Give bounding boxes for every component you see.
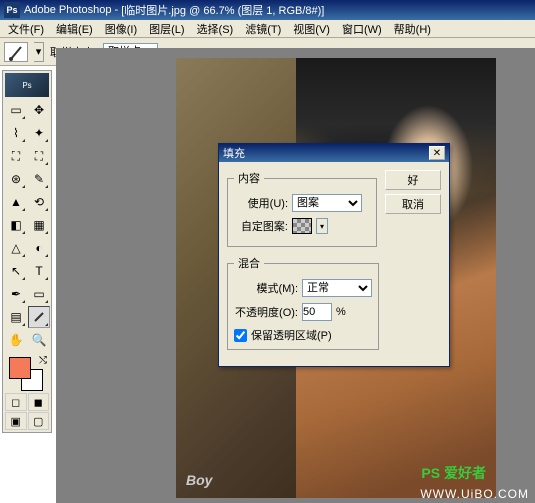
- dialog-titlebar[interactable]: 填充 ✕: [219, 144, 449, 162]
- menu-filter[interactable]: 滤镜(T): [239, 19, 287, 39]
- blur-tool[interactable]: △: [5, 237, 27, 259]
- content-legend: 内容: [234, 170, 264, 186]
- canvas-logo-left: Boy: [186, 472, 212, 488]
- ok-button[interactable]: 好: [385, 170, 441, 190]
- foreground-color[interactable]: [9, 357, 31, 379]
- screen-full-icon[interactable]: ▢: [28, 412, 50, 430]
- fill-dialog: 填充 ✕ 好 取消 内容 使用(U): 图案 自定图案: ▾ 混合 模: [218, 143, 450, 367]
- shape-tool[interactable]: ▭: [28, 283, 50, 305]
- canvas-logo-right: PS 爱好者: [421, 463, 486, 483]
- titlebar: Ps Adobe Photoshop - [临时图片.jpg @ 66.7% (…: [0, 0, 535, 20]
- menu-image[interactable]: 图像(I): [99, 19, 143, 39]
- content-group: 内容 使用(U): 图案 自定图案: ▾: [227, 170, 377, 247]
- tool-preset-dropdown[interactable]: ▾: [34, 42, 44, 62]
- crop-tool[interactable]: ⛶: [5, 145, 27, 167]
- heal-tool[interactable]: ⊛: [5, 168, 27, 190]
- menu-help[interactable]: 帮助(H): [388, 19, 437, 39]
- brush-tool[interactable]: ✎: [28, 168, 50, 190]
- color-swatches: ⤭: [5, 355, 49, 391]
- standard-mode-icon[interactable]: ◻: [5, 393, 27, 411]
- history-brush-tool[interactable]: ⟲: [28, 191, 50, 213]
- eyedropper-icon[interactable]: [4, 42, 28, 62]
- path-tool[interactable]: ↖: [5, 260, 27, 282]
- custom-pattern-label: 自定图案:: [234, 218, 288, 234]
- toolbox: Ps ▭ ✥ ⌇ ✦ ⛶ ⛶ ⊛ ✎ ▲ ⟲ ◧ ▦ △ ◐ ↖ T ✒ ▭ ▤…: [2, 70, 52, 433]
- menubar: 文件(F) 编辑(E) 图像(I) 图层(L) 选择(S) 滤镜(T) 视图(V…: [0, 20, 535, 38]
- dodge-tool[interactable]: ◐: [28, 237, 50, 259]
- mode-select[interactable]: 正常: [302, 279, 372, 297]
- opacity-suffix: %: [336, 306, 346, 318]
- swap-colors-icon[interactable]: ⤭: [39, 355, 47, 366]
- stamp-tool[interactable]: ▲: [5, 191, 27, 213]
- cancel-button[interactable]: 取消: [385, 194, 441, 214]
- marquee-tool[interactable]: ▭: [5, 99, 27, 121]
- preserve-transparency-checkbox[interactable]: [234, 329, 247, 342]
- menu-select[interactable]: 选择(S): [191, 19, 240, 39]
- slice-tool[interactable]: ⛶: [28, 145, 50, 167]
- quickmask-mode-icon[interactable]: ◼: [28, 393, 50, 411]
- eraser-tool[interactable]: ◧: [5, 214, 27, 236]
- menu-view[interactable]: 视图(V): [287, 19, 336, 39]
- zoom-tool[interactable]: 🔍: [28, 329, 50, 351]
- gradient-tool[interactable]: ▦: [28, 214, 50, 236]
- menu-layer[interactable]: 图层(L): [143, 19, 190, 39]
- wand-tool[interactable]: ✦: [28, 122, 50, 144]
- photoshop-logo-icon: Ps: [5, 73, 49, 97]
- dialog-title-text: 填充: [223, 145, 429, 161]
- preserve-transparency-label: 保留透明区域(P): [251, 327, 332, 343]
- pattern-swatch[interactable]: [292, 218, 312, 234]
- opacity-label: 不透明度(O):: [234, 304, 298, 320]
- menu-edit[interactable]: 编辑(E): [50, 19, 99, 39]
- eyedropper-tool[interactable]: [28, 306, 50, 328]
- menu-window[interactable]: 窗口(W): [336, 19, 388, 39]
- use-select[interactable]: 图案: [292, 194, 362, 212]
- pattern-dropdown-icon[interactable]: ▾: [316, 218, 328, 234]
- mode-label: 模式(M):: [234, 280, 298, 296]
- app-name: Adobe Photoshop: [24, 4, 111, 16]
- type-tool[interactable]: T: [28, 260, 50, 282]
- watermark: WWW.UiBO.COM: [420, 487, 529, 501]
- lasso-tool[interactable]: ⌇: [5, 122, 27, 144]
- blend-legend: 混合: [234, 255, 264, 271]
- notes-tool[interactable]: ▤: [5, 306, 27, 328]
- blend-group: 混合 模式(M): 正常 不透明度(O): % 保留透明区域(P): [227, 255, 379, 350]
- document-title: [临时图片.jpg @ 66.7% (图层 1, RGB/8#)]: [121, 2, 324, 18]
- move-tool[interactable]: ✥: [28, 99, 50, 121]
- pen-tool[interactable]: ✒: [5, 283, 27, 305]
- opacity-input[interactable]: [302, 303, 332, 321]
- screen-standard-icon[interactable]: ▣: [5, 412, 27, 430]
- use-label: 使用(U):: [234, 195, 288, 211]
- close-icon[interactable]: ✕: [429, 146, 445, 160]
- hand-tool[interactable]: ✋: [5, 329, 27, 351]
- menu-file[interactable]: 文件(F): [2, 19, 50, 39]
- app-icon: Ps: [4, 2, 20, 18]
